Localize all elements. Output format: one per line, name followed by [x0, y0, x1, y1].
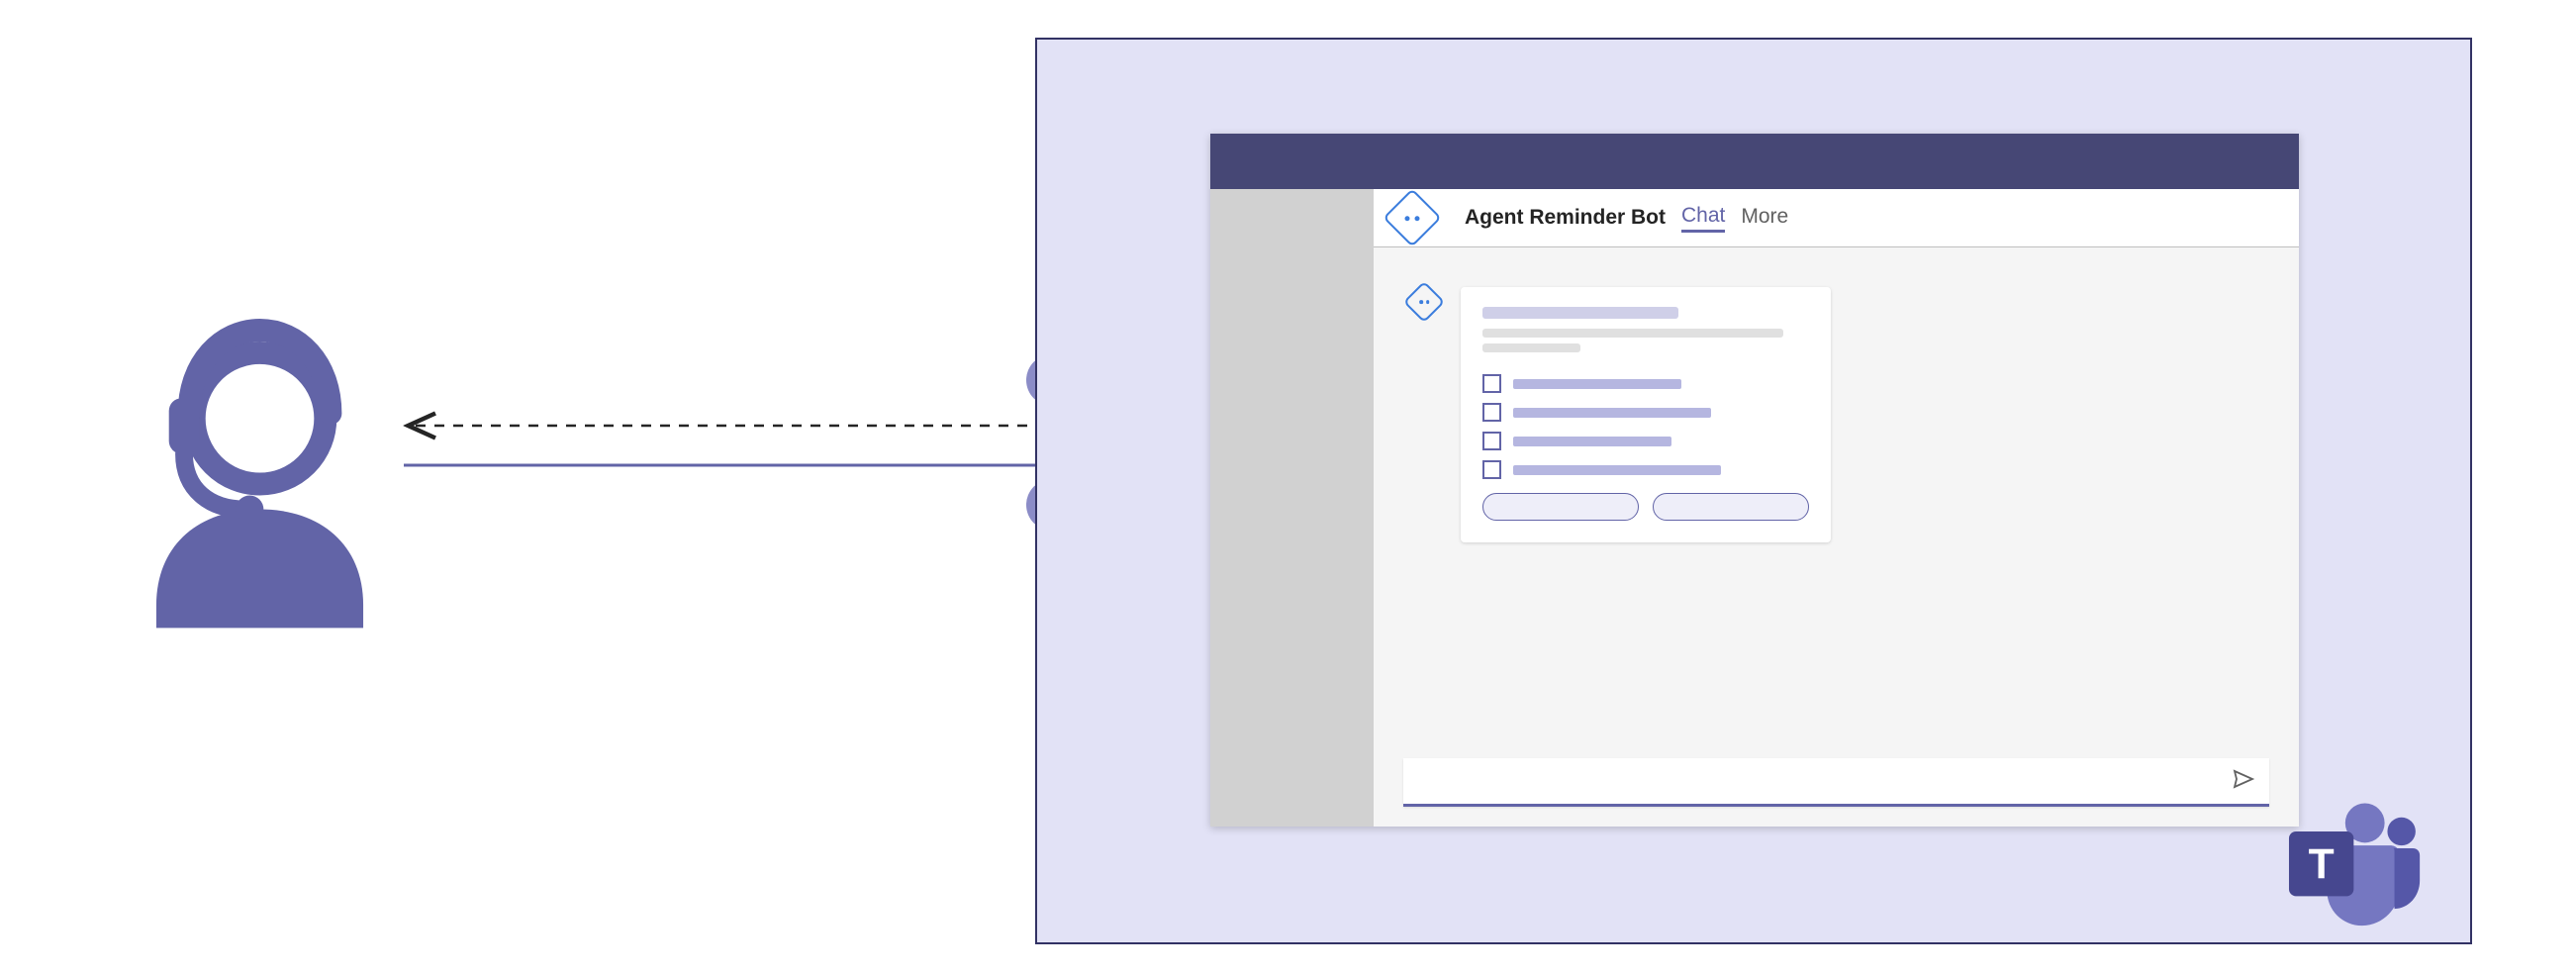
- checkbox-icon[interactable]: [1482, 432, 1501, 450]
- card-text-placeholder: [1482, 329, 1783, 338]
- bot-message: [1403, 287, 2269, 542]
- adaptive-card[interactable]: [1461, 287, 1831, 542]
- checkbox-icon[interactable]: [1482, 374, 1501, 393]
- teams-logo-letter: T: [2309, 840, 2335, 888]
- checklist-item[interactable]: [1482, 460, 1809, 479]
- agent-icon: [134, 312, 386, 629]
- teams-app-window: Agent Reminder Bot Chat More: [1210, 134, 2299, 827]
- chat-title: Agent Reminder Bot: [1465, 206, 1666, 230]
- teams-titlebar: [1210, 134, 2299, 189]
- card-action-button[interactable]: [1482, 493, 1639, 521]
- teams-window-frame: Agent Reminder Bot Chat More: [1035, 38, 2472, 944]
- teams-left-rail: [1210, 189, 1374, 827]
- ms-teams-logo-icon: T: [2279, 795, 2423, 928]
- tab-more[interactable]: More: [1741, 205, 1788, 231]
- compose-box[interactable]: [1403, 758, 2269, 807]
- chat-message-list: [1374, 247, 2299, 758]
- chat-header: Agent Reminder Bot Chat More: [1374, 189, 2299, 247]
- send-icon[interactable]: [2232, 767, 2255, 796]
- bot-avatar-icon: [1383, 188, 1441, 246]
- checkbox-icon[interactable]: [1482, 403, 1501, 422]
- checklist-item[interactable]: [1482, 432, 1809, 450]
- checklist-item[interactable]: [1482, 403, 1809, 422]
- teams-chat-pane: Agent Reminder Bot Chat More: [1374, 189, 2299, 827]
- diagram-stage: 1 2: [0, 0, 2576, 975]
- card-action-button[interactable]: [1653, 493, 1809, 521]
- card-text-placeholder: [1482, 343, 1580, 352]
- tab-chat[interactable]: Chat: [1681, 204, 1725, 233]
- card-title-placeholder: [1482, 307, 1678, 319]
- bot-avatar-small-icon: [1403, 287, 1441, 325]
- checkbox-icon[interactable]: [1482, 460, 1501, 479]
- checklist-item[interactable]: [1482, 374, 1809, 393]
